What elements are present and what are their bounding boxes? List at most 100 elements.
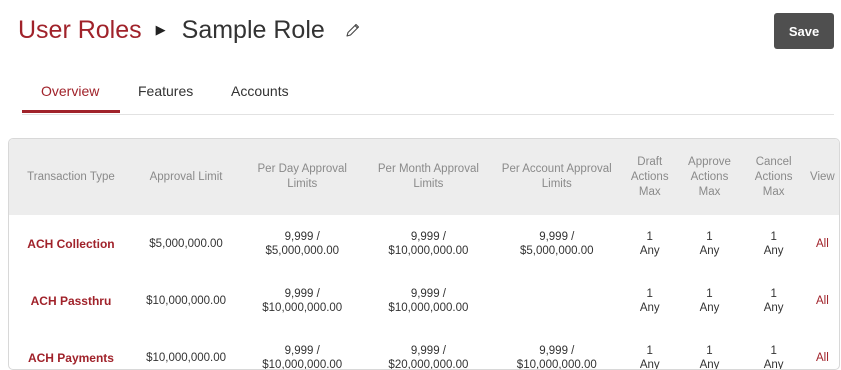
- per-day-amount: $5,000,000.00: [241, 244, 363, 258]
- per-account-count: 9,999 /: [493, 230, 620, 244]
- per-day-count: 9,999 /: [241, 230, 363, 244]
- col-per-day-line1: Per Day Approval: [241, 162, 363, 177]
- approve-any: Any: [679, 244, 739, 258]
- per-account-amount: $5,000,000.00: [493, 244, 620, 258]
- transaction-type-link[interactable]: ACH Payments: [9, 329, 133, 370]
- per-day-cell: 9,999 /$5,000,000.00: [239, 215, 365, 272]
- draft-cell: 1Any: [622, 215, 677, 272]
- approve-cell: 1Any: [677, 329, 741, 370]
- col-draft-line1: Draft: [624, 155, 675, 170]
- col-approval-limit: Approval Limit: [133, 139, 239, 215]
- approve-max: 1: [679, 230, 739, 244]
- tab-bar: Overview Features Accounts: [22, 80, 834, 115]
- col-draft-line2: Actions: [624, 170, 675, 185]
- col-approve-line2: Actions: [679, 170, 739, 185]
- draft-max: 1: [624, 230, 675, 244]
- per-account-cell: 9,999 /$10,000,000.00: [491, 329, 622, 370]
- transaction-type-link[interactable]: ACH Passthru: [9, 272, 133, 329]
- approve-any: Any: [679, 301, 739, 315]
- col-per-month-line1: Per Month Approval: [367, 162, 489, 177]
- approval-limit-cell: $10,000,000.00: [133, 272, 239, 329]
- approve-max: 1: [679, 344, 739, 358]
- col-cancel-line3: Max: [744, 185, 804, 200]
- per-month-cell: 9,999 /$10,000,000.00: [365, 215, 491, 272]
- pencil-icon[interactable]: [345, 22, 361, 38]
- per-account-amount: $10,000,000.00: [493, 358, 620, 370]
- active-tab-indicator: [22, 110, 120, 113]
- approve-any: Any: [679, 358, 739, 370]
- per-day-count: 9,999 /: [241, 287, 363, 301]
- breadcrumb-separator-icon: ▶: [156, 22, 166, 38]
- col-transaction-type: Transaction Type: [9, 139, 133, 215]
- page-title: Sample Role: [182, 16, 325, 45]
- table-header-row: Transaction Type Approval Limit Per Day …: [9, 139, 839, 215]
- col-per-account: Per Account Approval Limits: [491, 139, 622, 215]
- draft-any: Any: [624, 244, 675, 258]
- per-day-count: 9,999 /: [241, 344, 363, 358]
- save-button[interactable]: Save: [774, 13, 834, 49]
- col-draft: Draft Actions Max: [622, 139, 677, 215]
- per-day-amount: $10,000,000.00: [241, 301, 363, 315]
- per-day-amount: $10,000,000.00: [241, 358, 363, 370]
- draft-cell: 1Any: [622, 272, 677, 329]
- transaction-type-link[interactable]: ACH Collection: [9, 215, 133, 272]
- view-all-link[interactable]: All: [806, 329, 839, 370]
- cancel-cell: 1Any: [742, 272, 806, 329]
- per-month-count: 9,999 /: [367, 230, 489, 244]
- draft-any: Any: [624, 301, 675, 315]
- col-draft-line3: Max: [624, 185, 675, 200]
- per-month-count: 9,999 /: [367, 344, 489, 358]
- per-account-cell: [491, 272, 622, 329]
- tab-overview[interactable]: Overview: [41, 83, 99, 99]
- cancel-any: Any: [744, 301, 804, 315]
- per-account-cell: 9,999 /$5,000,000.00: [491, 215, 622, 272]
- col-per-day: Per Day Approval Limits: [239, 139, 365, 215]
- table-row: ACH Passthru $10,000,000.00 9,999 /$10,0…: [9, 272, 839, 329]
- per-account-count: 9,999 /: [493, 344, 620, 358]
- cancel-max: 1: [744, 230, 804, 244]
- per-month-count: 9,999 /: [367, 287, 489, 301]
- tab-features[interactable]: Features: [138, 83, 193, 99]
- per-month-cell: 9,999 /$10,000,000.00: [365, 272, 491, 329]
- view-all-link[interactable]: All: [806, 215, 839, 272]
- per-month-cell: 9,999 /$20,000,000.00: [365, 329, 491, 370]
- col-approve-line1: Approve: [679, 155, 739, 170]
- draft-max: 1: [624, 287, 675, 301]
- table-row: ACH Collection $5,000,000.00 9,999 /$5,0…: [9, 215, 839, 272]
- per-month-amount: $10,000,000.00: [367, 244, 489, 258]
- cancel-any: Any: [744, 358, 804, 370]
- col-view: View: [806, 139, 839, 215]
- approve-max: 1: [679, 287, 739, 301]
- cancel-cell: 1Any: [742, 329, 806, 370]
- col-cancel-line2: Actions: [744, 170, 804, 185]
- col-per-account-line2: Limits: [493, 177, 620, 192]
- cancel-max: 1: [744, 287, 804, 301]
- view-all-link[interactable]: All: [806, 272, 839, 329]
- draft-any: Any: [624, 358, 675, 370]
- page-header: User Roles ▶ Sample Role: [18, 10, 361, 50]
- cancel-max: 1: [744, 344, 804, 358]
- approve-cell: 1Any: [677, 215, 741, 272]
- approval-limit-cell: $10,000,000.00: [133, 329, 239, 370]
- per-month-amount: $10,000,000.00: [367, 301, 489, 315]
- col-cancel-line1: Cancel: [744, 155, 804, 170]
- col-per-month: Per Month Approval Limits: [365, 139, 491, 215]
- per-day-cell: 9,999 /$10,000,000.00: [239, 272, 365, 329]
- table-row: ACH Payments $10,000,000.00 9,999 /$10,0…: [9, 329, 839, 370]
- col-per-month-line2: Limits: [367, 177, 489, 192]
- tab-accounts[interactable]: Accounts: [231, 83, 289, 99]
- approve-cell: 1Any: [677, 272, 741, 329]
- col-approve-line3: Max: [679, 185, 739, 200]
- col-cancel: Cancel Actions Max: [742, 139, 806, 215]
- cancel-cell: 1Any: [742, 215, 806, 272]
- per-month-amount: $20,000,000.00: [367, 358, 489, 370]
- draft-max: 1: [624, 344, 675, 358]
- draft-cell: 1Any: [622, 329, 677, 370]
- col-approve: Approve Actions Max: [677, 139, 741, 215]
- roles-table: Transaction Type Approval Limit Per Day …: [8, 138, 840, 370]
- col-per-account-line1: Per Account Approval: [493, 162, 620, 177]
- per-day-cell: 9,999 /$10,000,000.00: [239, 329, 365, 370]
- cancel-any: Any: [744, 244, 804, 258]
- breadcrumb-user-roles[interactable]: User Roles: [18, 16, 142, 45]
- approval-limit-cell: $5,000,000.00: [133, 215, 239, 272]
